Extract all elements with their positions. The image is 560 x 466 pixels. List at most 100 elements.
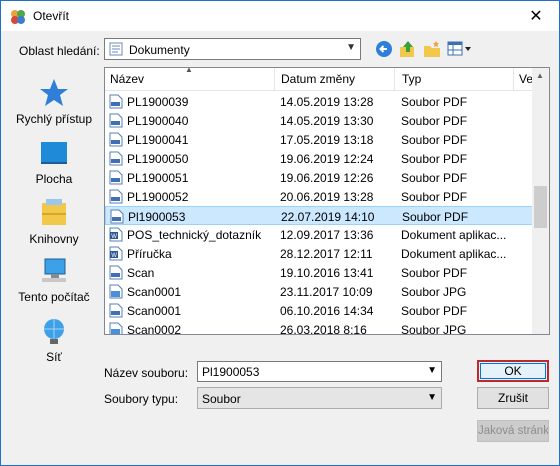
lookin-value: Dokumenty (129, 43, 190, 57)
svg-text:W: W (111, 253, 117, 259)
place-quick-access[interactable]: Rychlý přístup (10, 77, 98, 126)
file-name: Příručka (127, 247, 172, 261)
lookin-combobox[interactable]: Dokumenty ▼ (104, 38, 361, 60)
close-button[interactable]: ✕ (513, 1, 559, 31)
ok-button[interactable]: OK (477, 360, 549, 382)
chevron-down-icon[interactable]: ▼ (427, 365, 437, 376)
file-row[interactable]: W POS_technický_dotazník 12.09.2017 13:36 D… (105, 225, 535, 244)
place-network[interactable]: Síť (10, 315, 98, 364)
pdf-file-icon (109, 189, 123, 204)
file-row[interactable]: PL1900050 19.06.2019 12:24 Soubor PDF (105, 149, 535, 168)
file-list[interactable]: ▲ Název Datum změny Typ Ve PL1900039 14.0… (104, 67, 550, 335)
chevron-down-icon: ▼ (346, 42, 356, 53)
column-type[interactable]: Typ (402, 72, 421, 86)
file-type: Dokument aplikac... (401, 247, 507, 261)
filename-label: Název souboru: (104, 366, 189, 380)
place-label: Knihovny (29, 232, 79, 246)
place-this-pc[interactable]: Tento počítač (10, 255, 98, 304)
file-name: POS_technický_dotazník (127, 228, 262, 242)
place-desktop[interactable]: Plocha (10, 137, 98, 186)
vertical-scrollbar[interactable]: ▲ (532, 68, 549, 334)
file-name: PL1900052 (127, 190, 189, 204)
up-folder-icon[interactable] (399, 40, 417, 58)
filetype-value: Soubor (202, 392, 241, 406)
file-row[interactable]: PL1900039 14.05.2019 13:28 Soubor PDF (105, 92, 535, 111)
file-name: Pl1900053 (128, 210, 186, 224)
file-row[interactable]: PL1900052 20.06.2019 13:28 Soubor PDF (105, 187, 535, 206)
filetype-label: Soubory typu: (104, 392, 179, 406)
window-title: Otevřít (33, 9, 70, 23)
file-name: PL1900039 (127, 95, 189, 109)
file-date: 22.07.2019 14:10 (281, 210, 375, 224)
desktop-icon (41, 142, 67, 164)
file-name: Scan0001 (127, 304, 182, 318)
file-name: Scan0002 (127, 323, 182, 335)
chevron-down-icon: ▼ (427, 392, 437, 403)
view-menu-icon[interactable] (447, 40, 473, 58)
pdf-file-icon (109, 132, 123, 147)
place-label: Síť (46, 350, 62, 364)
file-row[interactable]: PL1900051 19.06.2019 12:26 Soubor PDF (105, 168, 535, 187)
word-document-icon: W (109, 246, 123, 261)
pdf-file-icon (109, 265, 123, 280)
file-rows: PL1900039 14.05.2019 13:28 Soubor PDF PL190… (105, 92, 535, 335)
scroll-thumb[interactable] (534, 186, 547, 228)
file-name: Scan (127, 266, 155, 280)
file-type: Soubor PDF (401, 152, 468, 166)
word-document-icon: W (109, 227, 123, 242)
pdf-file-icon (109, 170, 123, 185)
pdf-file-icon (109, 303, 123, 318)
file-date: 17.05.2019 13:18 (280, 133, 374, 147)
file-name: PL1900050 (127, 152, 189, 166)
place-libraries[interactable]: Knihovny (10, 197, 98, 246)
file-name: PL1900041 (127, 133, 189, 147)
file-type: Soubor PDF (401, 171, 468, 185)
file-name: Scan0001 (127, 285, 182, 299)
file-row[interactable]: Scan0001 06.10.2016 14:34 Soubor PDF (105, 301, 535, 320)
open-file-dialog: Otevřít ✕ Oblast hledání: Dokumenty ▼ Ry… (0, 0, 560, 466)
file-row[interactable]: PL1900040 14.05.2019 13:30 Soubor PDF (105, 111, 535, 130)
jpg-file-icon (109, 322, 123, 334)
file-row[interactable]: Pl1900053 22.07.2019 14:10 Soubor PDF (105, 206, 535, 225)
file-date: 14.05.2019 13:30 (280, 114, 374, 128)
file-row[interactable]: Scan 19.10.2016 13:41 Soubor PDF (105, 263, 535, 282)
column-size[interactable]: Ve (519, 72, 533, 86)
file-date: 20.06.2019 13:28 (280, 190, 374, 204)
documents-folder-icon (109, 42, 123, 56)
pdf-file-icon (109, 151, 123, 166)
pdf-file-icon (109, 113, 123, 128)
title-bar[interactable]: Otevřít ✕ (1, 1, 559, 31)
file-type: Soubor JPG (401, 285, 467, 299)
filetype-select[interactable]: Soubor ▼ (197, 387, 442, 409)
file-date: 19.06.2019 12:26 (280, 171, 374, 185)
file-name: PL1900040 (127, 114, 189, 128)
back-arrow-icon[interactable] (375, 40, 393, 58)
pdf-file-icon (110, 209, 124, 224)
new-folder-icon[interactable] (423, 40, 441, 58)
list-header: ▲ Název Datum změny Typ Ve (105, 68, 545, 91)
file-type: Soubor PDF (401, 266, 468, 280)
pdf-file-icon (109, 94, 123, 109)
places-bar: Rychlý přístup Plocha Knihovny Tento poč… (10, 67, 98, 367)
file-type: Soubor PDF (401, 114, 468, 128)
file-type: Soubor PDF (401, 133, 468, 147)
file-type: Soubor JPG (401, 323, 467, 335)
filename-input[interactable]: Pl1900053 ▼ (197, 361, 442, 382)
file-row[interactable]: Scan0001 23.11.2017 10:09 Soubor JPG (105, 282, 535, 301)
file-row[interactable]: PL1900041 17.05.2019 13:18 Soubor PDF (105, 130, 535, 149)
file-date: 06.10.2016 14:34 (280, 304, 374, 318)
file-date: 19.06.2019 12:24 (280, 152, 374, 166)
file-row[interactable]: W Příručka 28.12.2017 12:11 Dokument aplika… (105, 244, 535, 263)
file-type: Soubor PDF (401, 304, 468, 318)
place-label: Rychlý přístup (15, 112, 93, 126)
file-type: Soubor PDF (401, 95, 468, 109)
scroll-up-icon[interactable]: ▲ (536, 71, 544, 80)
column-name[interactable]: Název (110, 72, 144, 86)
cancel-button[interactable]: Zrušit (477, 387, 549, 409)
file-row[interactable]: Scan0002 26.03.2018 8:16 Soubor JPG (105, 320, 535, 335)
file-name: PL1900051 (127, 171, 189, 185)
file-date: 23.11.2017 10:09 (280, 285, 373, 299)
close-icon: ✕ (529, 8, 543, 25)
file-date: 26.03.2018 8:16 (280, 323, 367, 335)
column-date[interactable]: Datum změny (281, 72, 355, 86)
